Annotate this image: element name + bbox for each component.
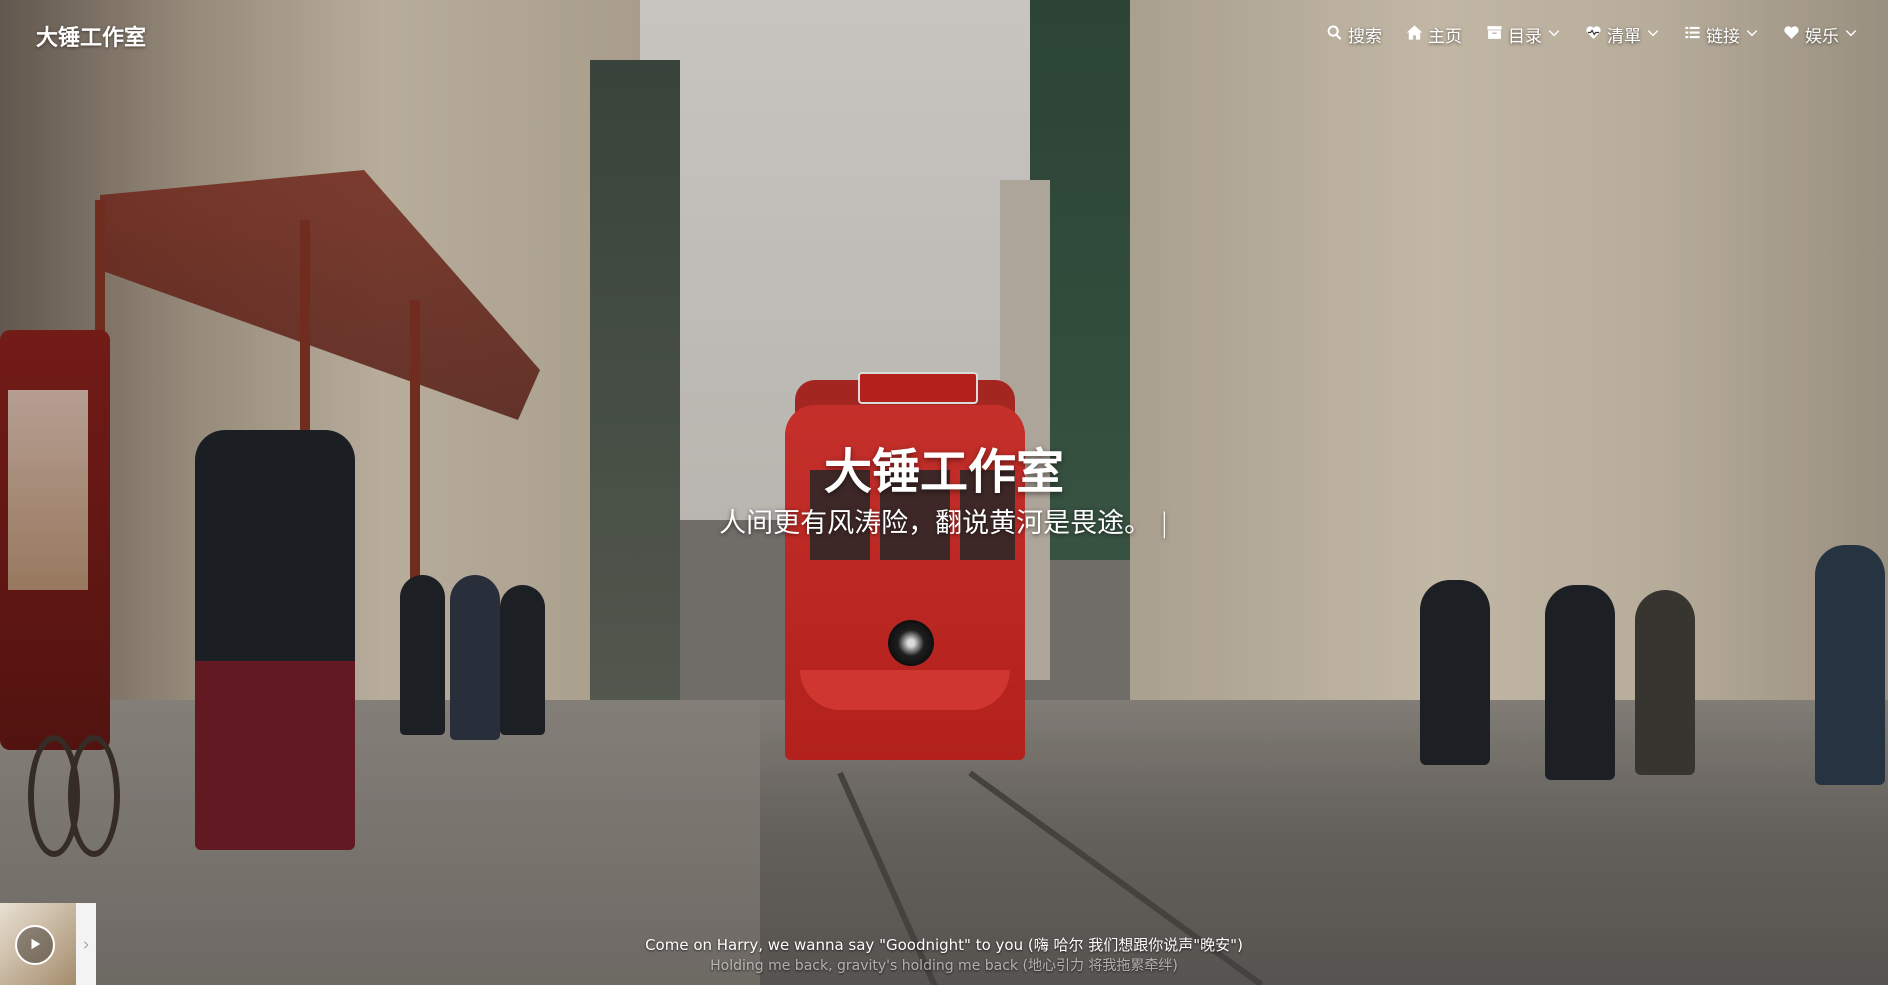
search-icon (1326, 24, 1343, 46)
archive-icon (1486, 24, 1503, 46)
main-nav: 搜索 主页 目录 清單 链接 娱乐 (1326, 22, 1858, 47)
hero-subtitle: 人间更有风涛险，翻说黄河是畏途。 | (0, 501, 1888, 540)
nav-item-list[interactable]: 清單 (1585, 22, 1660, 47)
nav-item-label: 清單 (1607, 27, 1641, 47)
nav-item-label: 搜索 (1348, 27, 1382, 47)
chevron-down-icon (1844, 25, 1858, 45)
typing-cursor: | (1159, 508, 1169, 539)
page: 大锤工作室 搜索 主页 目录 清單 链接 娱乐 大锤工作室 人间更有风涛险，翻说… (0, 0, 1888, 985)
lyric-line-current: Come on Harry, we wanna say "Goodnight" … (645, 936, 1243, 954)
heartbeat-icon (1585, 24, 1602, 46)
nav-item-label: 娱乐 (1805, 27, 1839, 47)
nav-item-search[interactable]: 搜索 (1326, 22, 1382, 47)
nav-item-entertainment[interactable]: 娱乐 (1783, 22, 1858, 47)
hero-title: 大锤工作室 (823, 444, 1064, 500)
home-icon (1406, 24, 1423, 46)
list-icon (1684, 24, 1701, 46)
site-brand[interactable]: 大锤工作室 (36, 20, 146, 52)
nav-item-home[interactable]: 主页 (1406, 22, 1462, 47)
nav-item-label: 主页 (1428, 27, 1462, 47)
chevron-down-icon (1646, 25, 1660, 45)
nav-item-archive[interactable]: 目录 (1486, 22, 1561, 47)
nav-item-links[interactable]: 链接 (1684, 22, 1759, 47)
nav-item-label: 目录 (1508, 27, 1542, 47)
hero-subtitle-text: 人间更有风涛险，翻说黄河是畏途。 (719, 508, 1152, 539)
heart-icon (1783, 24, 1800, 46)
nav-item-label: 链接 (1706, 27, 1740, 47)
chevron-down-icon (1547, 25, 1561, 45)
lyric-line-next: Holding me back, gravity's holding me ba… (710, 958, 1178, 974)
chevron-down-icon (1745, 25, 1759, 45)
